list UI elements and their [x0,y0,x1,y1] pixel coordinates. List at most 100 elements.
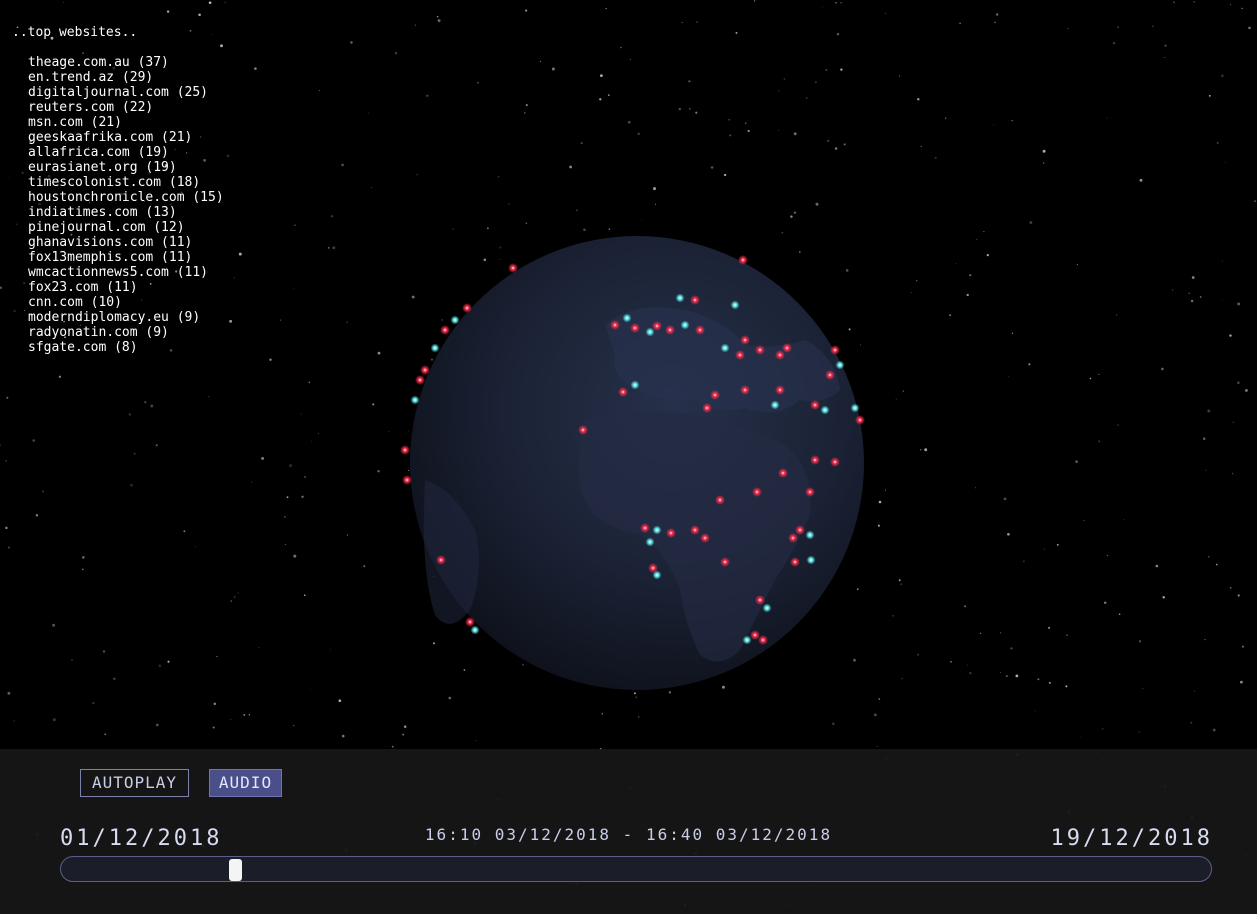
star [629,58,631,60]
news-marker-cyan [450,315,460,325]
star [104,733,106,735]
star [793,211,797,214]
news-marker-red [825,370,835,380]
star [402,733,405,736]
star [248,714,250,716]
star [436,16,439,18]
star [1008,376,1010,378]
star [696,21,698,23]
star [497,175,500,178]
star [814,81,817,84]
star [7,546,10,549]
news-marker-red [735,350,745,360]
star [371,187,372,189]
timeline-slider-thumb[interactable] [229,859,242,881]
star [1208,556,1210,558]
star [308,381,311,384]
star [840,2,842,4]
star [150,404,154,408]
star [1098,373,1100,375]
star [1155,564,1159,568]
star [1075,460,1078,463]
star [1221,74,1224,78]
star [607,94,610,97]
star [983,230,985,233]
news-marker-red [810,455,820,465]
news-marker-cyan [430,343,440,353]
star [1042,162,1045,164]
star [208,396,210,398]
star [822,6,824,8]
star [1215,563,1218,566]
star [806,97,808,99]
star [747,129,750,133]
star [1191,276,1195,279]
news-marker-red [465,617,475,627]
star [63,1,65,3]
timeline-slider[interactable] [60,856,1212,882]
star [81,556,85,559]
star [745,122,747,124]
news-marker-red [695,325,705,335]
star [638,716,640,718]
star [1202,437,1206,440]
star [318,90,320,92]
star [102,650,106,653]
star [508,203,510,205]
star [1098,440,1101,443]
star [1221,260,1223,262]
star [158,664,162,668]
star [216,655,218,658]
star [959,22,961,25]
star [986,253,989,257]
star [258,646,260,649]
star [293,554,297,558]
star [6,396,9,399]
news-marker-cyan [630,380,640,390]
star [827,139,830,143]
star [194,546,196,548]
star [1190,721,1193,724]
star [689,108,691,110]
website-item: allafrica.com (19) [28,145,169,160]
audio-button[interactable]: AUDIO [209,769,282,797]
star [1190,299,1194,303]
autoplay-button[interactable]: AUTOPLAY [80,769,189,797]
news-marker-red [710,390,720,400]
star [332,246,336,250]
news-marker-cyan [720,343,730,353]
star [1237,381,1240,384]
star [377,351,381,355]
star [539,60,541,62]
star [284,543,286,546]
star [304,475,307,479]
star [1248,26,1251,30]
news-marker-red [790,557,800,567]
news-marker-red [702,403,712,413]
star [5,526,8,530]
star [994,21,997,24]
star [238,252,242,256]
star [1005,675,1008,678]
star [783,78,786,80]
star [309,689,311,691]
star [916,653,920,656]
news-marker-red [462,303,472,313]
star [1237,594,1240,597]
news-marker-red [420,365,430,375]
star [237,592,239,594]
star [949,314,952,317]
star [155,723,159,727]
timeline-control-panel: AUTOPLAY AUDIO 01/12/2018 16:10 03/12/20… [0,749,1257,914]
star [1083,519,1085,522]
news-marker-red [690,295,700,305]
globe-visualization[interactable] [395,230,875,700]
star [1029,221,1033,224]
website-item: msn.com (21) [28,115,122,130]
star [920,449,922,451]
website-item: pinejournal.com (12) [28,220,185,235]
news-marker-red [700,533,710,543]
star [1199,296,1202,298]
star [1224,161,1226,163]
star [230,600,232,602]
